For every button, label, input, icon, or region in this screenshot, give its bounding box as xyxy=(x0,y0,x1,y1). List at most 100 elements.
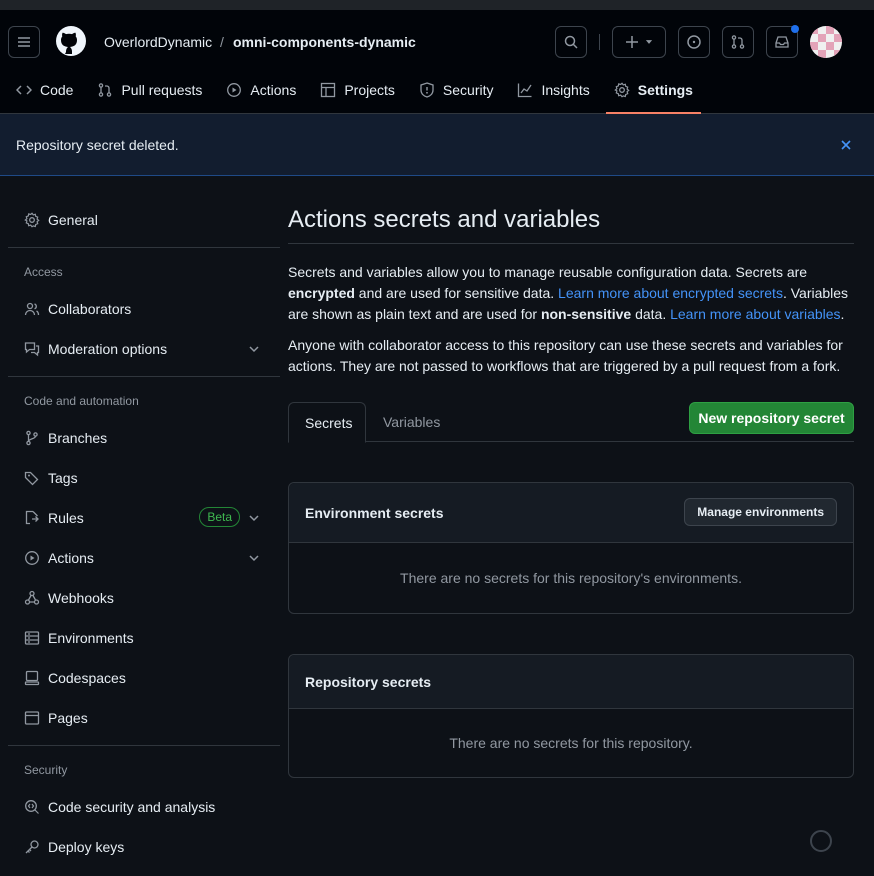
breadcrumb-owner[interactable]: OverlordDynamic xyxy=(104,34,212,50)
intro-text: . xyxy=(840,306,845,322)
sidebar-item-actions[interactable]: Actions xyxy=(8,538,280,578)
breadcrumb-repo[interactable]: omni-components-dynamic xyxy=(233,34,416,50)
tab-settings[interactable]: Settings xyxy=(605,74,702,114)
chevron-down-icon[interactable] xyxy=(246,550,262,566)
triangle-down-icon xyxy=(645,40,653,44)
avatar[interactable] xyxy=(810,26,842,58)
tab-insights-label: Insights xyxy=(541,82,590,98)
identicon-avatar-icon xyxy=(810,26,842,58)
sidebar-item-branches[interactable]: Branches xyxy=(8,418,280,458)
menu-button[interactable] xyxy=(8,26,40,58)
sidebar-item-label: Webhooks xyxy=(48,590,114,606)
sidebar-item-label: Code security and analysis xyxy=(48,799,216,815)
sidebar-item-environments[interactable]: Environments xyxy=(8,618,280,658)
gear-icon xyxy=(613,82,630,98)
tab-projects-label: Projects xyxy=(344,82,395,98)
sidebar-item-deploy-keys[interactable]: Deploy keys xyxy=(8,827,280,867)
sidebar-item-webhooks[interactable]: Webhooks xyxy=(8,578,280,618)
tab-code[interactable]: Code xyxy=(8,74,81,106)
environment-secrets-header: Environment secrets Manage environments xyxy=(289,483,853,543)
hamburger-icon xyxy=(18,37,30,47)
tab-code-label: Code xyxy=(40,82,74,98)
inbox-icon xyxy=(775,36,789,48)
play-icon xyxy=(25,551,39,565)
new-repository-secret-button[interactable]: New repository secret xyxy=(689,402,854,434)
close-icon[interactable] xyxy=(838,137,854,153)
learn-variables-link[interactable]: Learn more about variables xyxy=(670,306,840,322)
floating-circle-indicator[interactable] xyxy=(810,830,832,852)
title-divider xyxy=(288,243,854,244)
tab-actions-label: Actions xyxy=(250,82,297,98)
graph-icon xyxy=(518,83,533,98)
search-icon xyxy=(564,35,578,49)
header-divider xyxy=(599,34,600,50)
sidebar-item-collaborators[interactable]: Collaborators xyxy=(8,289,280,329)
tab-secrets[interactable]: Secrets xyxy=(288,402,366,443)
sidebar-item-pages[interactable]: Pages xyxy=(8,698,280,738)
browser-icon xyxy=(24,711,40,725)
gear-icon xyxy=(24,212,40,228)
tab-security[interactable]: Security xyxy=(411,74,502,106)
tab-insights[interactable]: Insights xyxy=(509,74,597,106)
beta-badge: Beta xyxy=(199,507,240,527)
sidebar-item-code-security[interactable]: Code security and analysis xyxy=(8,787,280,827)
repository-secrets-title: Repository secrets xyxy=(305,673,432,690)
table-icon xyxy=(321,82,336,98)
flash-banner: Repository secret deleted. xyxy=(0,114,874,176)
breadcrumb-separator: / xyxy=(220,34,224,50)
sidebar-item-general[interactable]: General xyxy=(8,200,280,240)
repo-header: OverlordDynamic / omni-components-dynami… xyxy=(0,10,874,114)
chevron-down-icon[interactable] xyxy=(246,341,262,357)
shield-icon xyxy=(420,82,434,98)
tag-icon xyxy=(24,471,39,486)
access-paragraph: Anyone with collaborator access to this … xyxy=(288,337,843,374)
sidebar-section-access: Access xyxy=(24,265,63,279)
sidebar-item-label: Codespaces xyxy=(48,670,126,686)
comment-discussion-icon xyxy=(24,342,40,357)
tab-security-label: Security xyxy=(442,82,494,98)
intro-bold: non-sensitive xyxy=(540,306,632,322)
sidebar-divider xyxy=(8,376,280,377)
tab-actions[interactable]: Actions xyxy=(218,74,304,106)
server-icon xyxy=(24,631,40,645)
sidebar-item-label: Environments xyxy=(48,630,134,646)
sidebar-item-tags[interactable]: Tags xyxy=(8,458,280,498)
tab-variables[interactable]: Variables xyxy=(367,402,456,442)
environment-secrets-empty: There are no secrets for this repository… xyxy=(400,570,742,586)
intro-paragraph: Secrets and variables allow you to manag… xyxy=(288,262,854,325)
sidebar-item-label: Deploy keys xyxy=(48,839,125,855)
sidebar-section-security: Security xyxy=(24,763,68,777)
environment-secrets-title: Environment secrets xyxy=(305,504,444,521)
code-icon xyxy=(16,85,32,95)
play-icon xyxy=(227,83,242,97)
tab-pull-requests-label: Pull requests xyxy=(121,82,203,98)
pull-requests-button[interactable] xyxy=(722,26,754,58)
sidebar-item-label: Actions xyxy=(48,550,94,566)
repository-secrets-header: Repository secrets xyxy=(289,655,853,709)
manage-environments-button[interactable]: Manage environments xyxy=(684,498,837,526)
sidebar-item-label: Rules xyxy=(48,510,84,526)
create-new-button[interactable] xyxy=(612,26,666,58)
intro-bold: encrypted xyxy=(288,285,355,301)
pull-request-icon xyxy=(731,35,745,49)
sidebar-item-moderation[interactable]: Moderation options xyxy=(8,329,280,369)
sidebar-divider xyxy=(8,247,280,248)
repository-secrets-empty: There are no secrets for this repository… xyxy=(449,735,693,751)
chevron-down-icon[interactable] xyxy=(246,510,262,526)
issues-button[interactable] xyxy=(678,26,710,58)
settings-sidebar: General Access Collaborators Moderation … xyxy=(8,200,280,867)
sidebar-item-rules[interactable]: Rules Beta xyxy=(8,498,280,538)
intro-text: Secrets and variables allow you to manag… xyxy=(288,264,808,280)
sidebar-item-label: Tags xyxy=(48,470,78,486)
tab-settings-label: Settings xyxy=(637,82,693,98)
key-icon xyxy=(25,840,39,854)
search-button[interactable] xyxy=(555,26,587,58)
github-logo-icon[interactable] xyxy=(55,25,87,57)
repo-push-icon xyxy=(25,510,39,525)
tab-pull-requests[interactable]: Pull requests xyxy=(89,74,210,106)
sidebar-item-codespaces[interactable]: Codespaces xyxy=(8,658,280,698)
sidebar-item-label: Moderation options xyxy=(48,341,168,357)
learn-secrets-link[interactable]: Learn more about encrypted secrets xyxy=(558,285,783,301)
tab-projects[interactable]: Projects xyxy=(312,74,403,106)
issue-opened-icon xyxy=(687,35,701,49)
